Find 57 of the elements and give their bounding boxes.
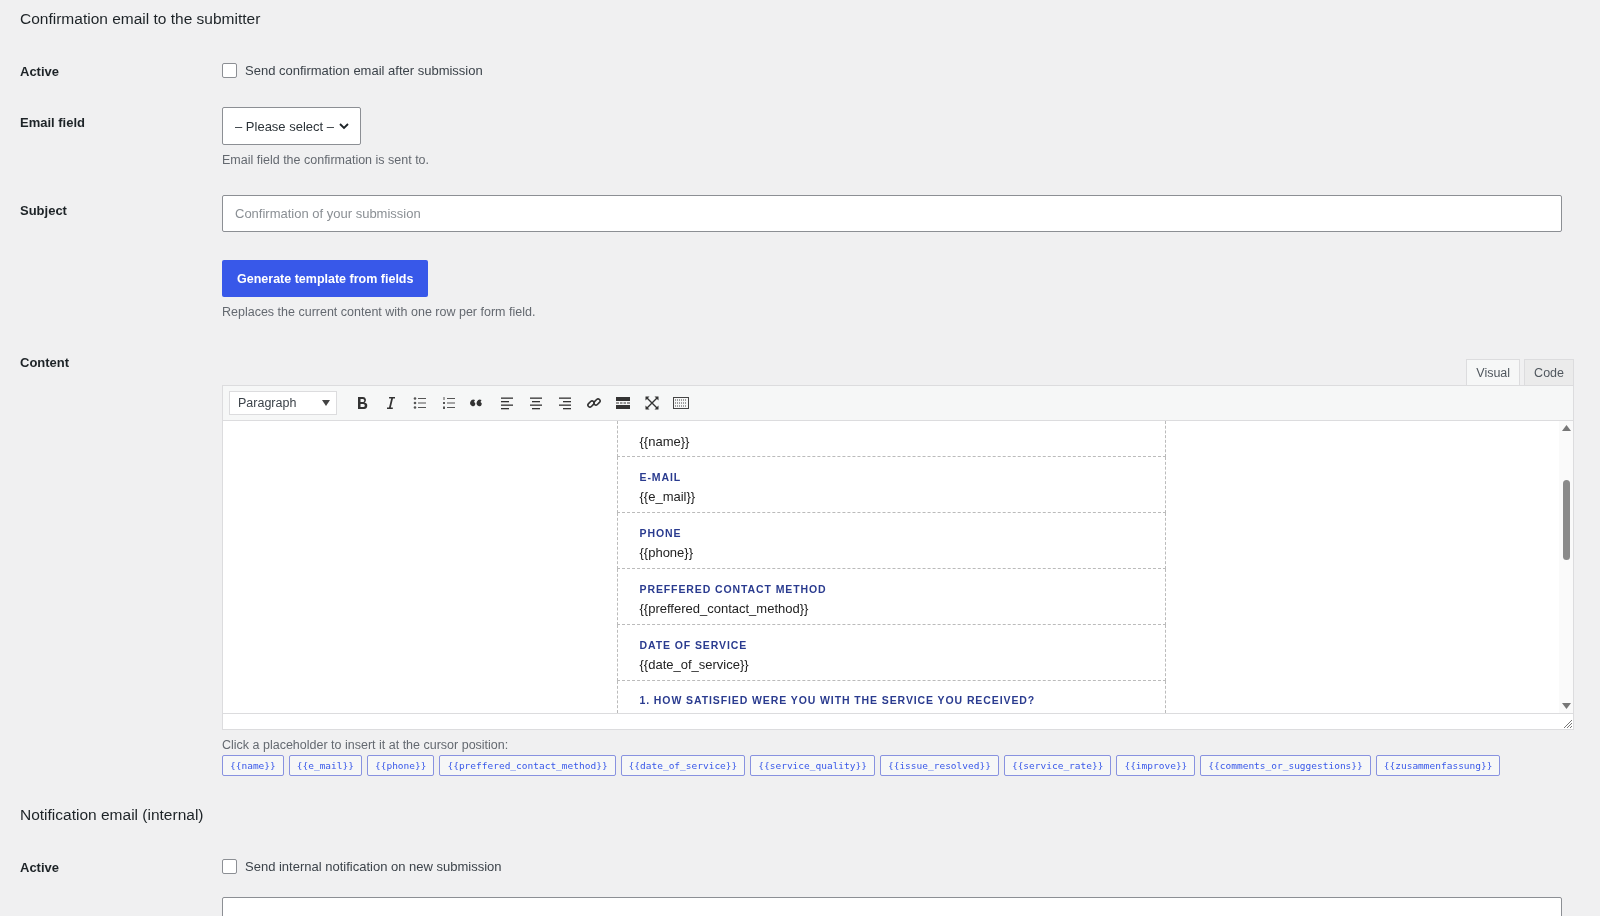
button-description: Replaces the current content with one row per form field. [222,305,537,319]
placeholder-chip[interactable]: {{comments_or_suggestions}} [1200,755,1371,776]
link-icon[interactable] [586,395,602,411]
checkbox[interactable] [222,859,237,874]
placeholder-value: {{e_mail}} [639,489,697,505]
scrollbar[interactable] [1559,421,1573,713]
caret-down-icon [322,400,330,406]
checkbox-label[interactable]: Send internal notification on new submission [245,859,502,874]
row-heading: DATE OF SERVICE [639,638,749,651]
input-field[interactable]: Confirmation of your submission [222,195,1562,232]
placeholder-chip[interactable]: {{phone}} [366,755,435,776]
placeholder-chip[interactable]: {{date_of_service}} [620,755,746,776]
generate-button[interactable]: Generate template from fields [222,260,429,297]
field-label: Subject [20,202,68,220]
field-label: Active [20,859,61,875]
placeholder-value: {{phone}} [639,545,695,561]
field-label: Content [20,354,71,372]
checkbox-label[interactable]: Send confirmation email after submission [245,63,483,78]
scroll-down-icon[interactable] [1561,703,1571,709]
format-select[interactable]: Paragraph [229,391,337,415]
numbered-list-icon[interactable] [441,395,457,411]
placeholder-value: {{preffered_contact_method}} [639,601,810,616]
editor-tab[interactable]: Visual [1466,359,1521,385]
placeholder-chip[interactable]: {{zusammenfassung}} [1375,755,1501,776]
field-description: Email field the confirmation is sent to. [222,153,431,167]
scroll-up-icon[interactable] [1561,425,1571,431]
placeholder-chip[interactable]: {{improve}} [1116,755,1196,776]
align-left-icon[interactable] [499,395,515,411]
chevron-down-icon [338,120,350,132]
row-heading: PHONE [639,527,683,540]
bullet-list-icon[interactable] [412,395,428,411]
align-right-icon[interactable] [557,395,573,411]
placeholder-value: {{name}} [639,434,691,450]
row-heading: 1. HOW SATISFIED WERE YOU WITH THE SERVICE YOU RECEIVED? [639,693,1037,706]
placeholder-value: {{date_of_service}} [639,656,750,672]
field-label: Email field [20,114,87,132]
email-field-select[interactable]: – Please select – [222,107,361,145]
checkbox[interactable] [222,63,237,78]
field-label: Active [20,63,61,79]
placeholder-chip[interactable]: {{service_rate}} [1003,755,1112,776]
placeholder-chip[interactable]: {{issue_resolved}} [879,755,999,776]
row-heading: PREFFERED CONTACT METHOD [639,583,828,595]
placeholder-chip[interactable]: {{e_mail}} [288,755,362,776]
align-center-icon[interactable] [528,395,544,411]
section-title: Confirmation email to the submitter [20,9,262,29]
row-heading: E-MAIL [639,471,683,484]
placeholder-chip[interactable]: {{service_quality}} [750,755,875,776]
section-title: Notification email (internal) [20,805,205,825]
placeholder-hint: Click a placeholder to insert it at the cursor position: [222,738,510,752]
editor-tab[interactable]: Code [1524,359,1574,385]
placeholder-chip[interactable]: {{preffered_contact_method}} [439,755,616,776]
fullscreen-icon[interactable] [644,395,660,411]
resize-handle-icon[interactable] [1563,719,1573,729]
keyboard-icon[interactable] [673,395,689,411]
read-more-icon[interactable] [615,395,631,411]
scrollbar-thumb[interactable] [1562,480,1570,560]
placeholder-chip[interactable]: {{name}} [222,755,284,776]
